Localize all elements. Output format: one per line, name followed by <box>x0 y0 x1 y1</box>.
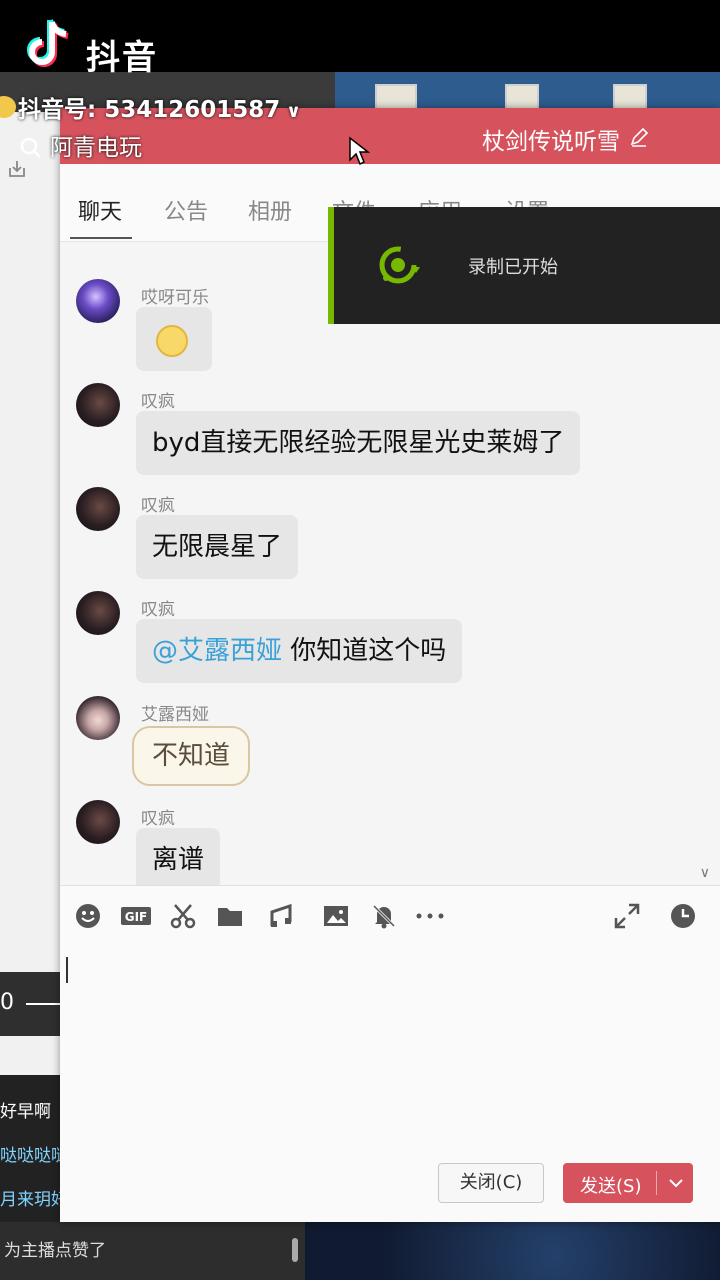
scrollbar[interactable] <box>292 1238 298 1262</box>
recording-toast: 录制已开始 <box>328 207 720 324</box>
message-list[interactable]: 哎呀可乐 叹疯 byd直接无限经验无限星光史莱姆了 叹疯 无限晨星了 叹疯 @艾… <box>60 243 720 885</box>
avatar[interactable] <box>76 279 120 323</box>
chevron-down-icon[interactable]: ∨ <box>286 101 301 122</box>
sticker-bubble[interactable] <box>136 307 212 371</box>
app-name: 抖音 <box>86 38 158 78</box>
desktop-background <box>335 72 720 112</box>
search-icon <box>20 137 41 158</box>
sender-name: 艾露西娅 <box>141 705 209 725</box>
send-button-label: 发送(S) <box>580 1176 642 1197</box>
message-input[interactable]: 关闭(C) 发送(S) <box>60 947 720 1222</box>
tab-announcement[interactable]: 公告 <box>164 194 208 226</box>
mention-link[interactable]: @艾露西娅 <box>152 636 282 666</box>
live-comment: 月来玥好 <box>0 1190 62 1210</box>
scissors-icon[interactable] <box>169 902 197 930</box>
text-caret <box>66 957 68 983</box>
message-bubble[interactable]: @艾露西娅 你知道这个吗 <box>136 619 463 683</box>
tiktok-logo-icon <box>27 19 69 67</box>
like-notice: 为主播点赞了 <box>4 1241 106 1261</box>
group-name[interactable]: 杖剑传说听雪 <box>482 122 620 156</box>
emoji-icon[interactable] <box>74 902 102 930</box>
active-tab-indicator <box>70 237 132 239</box>
record-icon <box>379 246 420 284</box>
account-id: 抖音号: 53412601587 ∨ <box>18 90 301 124</box>
left-strip-value: 0 <box>0 990 14 1015</box>
send-button[interactable]: 发送(S) <box>563 1163 693 1203</box>
account-id-text: 抖音号: 53412601587 <box>18 97 281 123</box>
live-comment-panel: 好早啊 哒哒哒哒 月来玥好 <box>0 1075 62 1225</box>
folder-icon[interactable] <box>216 902 244 930</box>
emoji-sticker-icon <box>156 325 188 357</box>
svg-text:GIF: GIF <box>125 910 148 924</box>
left-media-strip: 0 <box>0 972 62 1036</box>
message-bubble[interactable]: byd直接无限经验无限星光史莱姆了 <box>136 411 581 475</box>
tab-chat[interactable]: 聊天 <box>78 194 122 226</box>
avatar[interactable] <box>76 383 120 427</box>
avatar[interactable] <box>76 800 120 844</box>
chevron-down-icon[interactable] <box>664 1171 688 1195</box>
mouse-cursor-icon <box>349 136 370 166</box>
input-toolbar: GIF <box>60 885 720 947</box>
message-bubble[interactable]: 不知道 <box>132 726 251 786</box>
close-button[interactable]: 关闭(C) <box>438 1163 544 1203</box>
sender-name: 哎呀可乐 <box>141 288 209 308</box>
expand-icon[interactable] <box>613 902 641 930</box>
avatar[interactable] <box>76 591 120 635</box>
sender-name: 叹疯 <box>141 809 175 829</box>
scroll-down-icon[interactable]: ∨ <box>700 865 710 881</box>
search-bar[interactable]: 阿青电玩 <box>20 128 142 162</box>
desktop-background-bottom <box>305 1220 720 1280</box>
send-button-separator <box>656 1171 657 1195</box>
history-clock-icon[interactable] <box>669 902 697 930</box>
live-comment: 哒哒哒哒 <box>0 1146 62 1166</box>
sender-name: 叹疯 <box>141 392 175 412</box>
sender-name: 叹疯 <box>141 496 175 516</box>
sender-name: 叹疯 <box>141 600 175 620</box>
more-icon[interactable] <box>414 902 448 930</box>
gif-icon[interactable]: GIF <box>120 902 152 930</box>
tab-album[interactable]: 相册 <box>248 194 292 226</box>
edit-icon[interactable] <box>628 126 650 148</box>
avatar[interactable] <box>76 487 120 531</box>
live-bottom-bar: 为主播点赞了 <box>0 1222 305 1280</box>
music-icon[interactable] <box>268 902 296 930</box>
avatar[interactable] <box>76 696 120 740</box>
left-strip-line <box>26 1003 62 1005</box>
toast-text: 录制已开始 <box>468 257 558 278</box>
mute-bell-icon[interactable] <box>370 902 398 930</box>
message-bubble[interactable]: 离谱 <box>136 828 221 885</box>
message-bubble[interactable]: 无限晨星了 <box>136 515 299 579</box>
message-text: 你知道这个吗 <box>282 636 447 666</box>
live-comment: 好早啊 <box>0 1102 51 1122</box>
search-text: 阿青电玩 <box>50 135 142 161</box>
image-icon[interactable] <box>322 902 350 930</box>
